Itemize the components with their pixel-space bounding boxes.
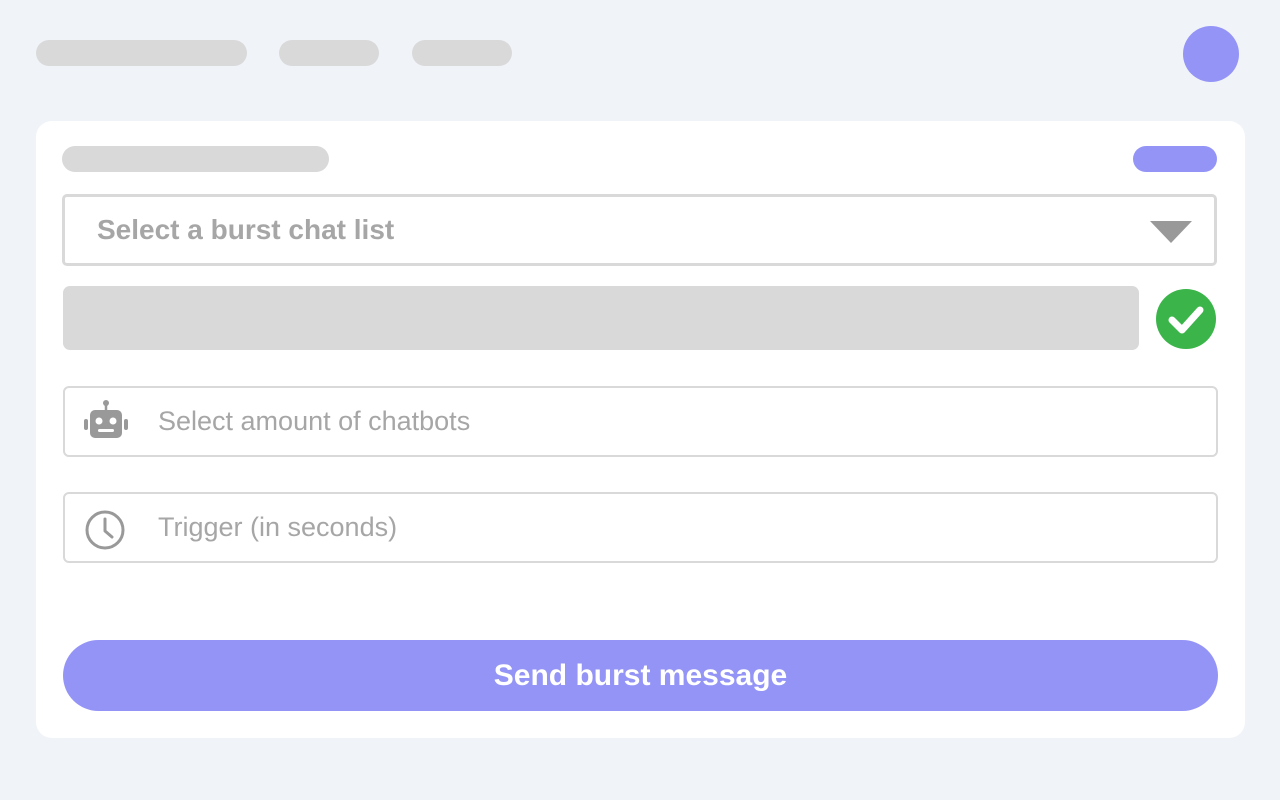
selected-list-bar <box>63 286 1139 350</box>
nav-skeleton-3[interactable] <box>412 40 512 66</box>
card-title-skeleton <box>62 146 329 172</box>
clock-icon <box>85 510 125 550</box>
check-circle-icon <box>1156 289 1216 349</box>
robot-icon <box>84 400 128 438</box>
nav-skeleton-1[interactable] <box>36 40 247 66</box>
card-action-pill[interactable] <box>1133 146 1217 172</box>
chevron-down-icon <box>1150 221 1192 243</box>
trigger-seconds-placeholder: Trigger (in seconds) <box>158 512 398 542</box>
avatar[interactable] <box>1183 26 1239 82</box>
send-burst-message-button[interactable]: Send burst message <box>63 640 1218 711</box>
nav-skeleton-2[interactable] <box>279 40 379 66</box>
burst-message-card: Select a burst chat list Select amount o… <box>36 121 1245 738</box>
chatbots-amount-placeholder: Select amount of chatbots <box>158 406 471 436</box>
burst-chat-list-select[interactable]: Select a burst chat list <box>62 194 1217 266</box>
burst-chat-list-label: Select a burst chat list <box>97 214 395 245</box>
trigger-seconds-field[interactable]: Trigger (in seconds) <box>63 492 1218 563</box>
chatbots-amount-field[interactable]: Select amount of chatbots <box>63 386 1218 457</box>
